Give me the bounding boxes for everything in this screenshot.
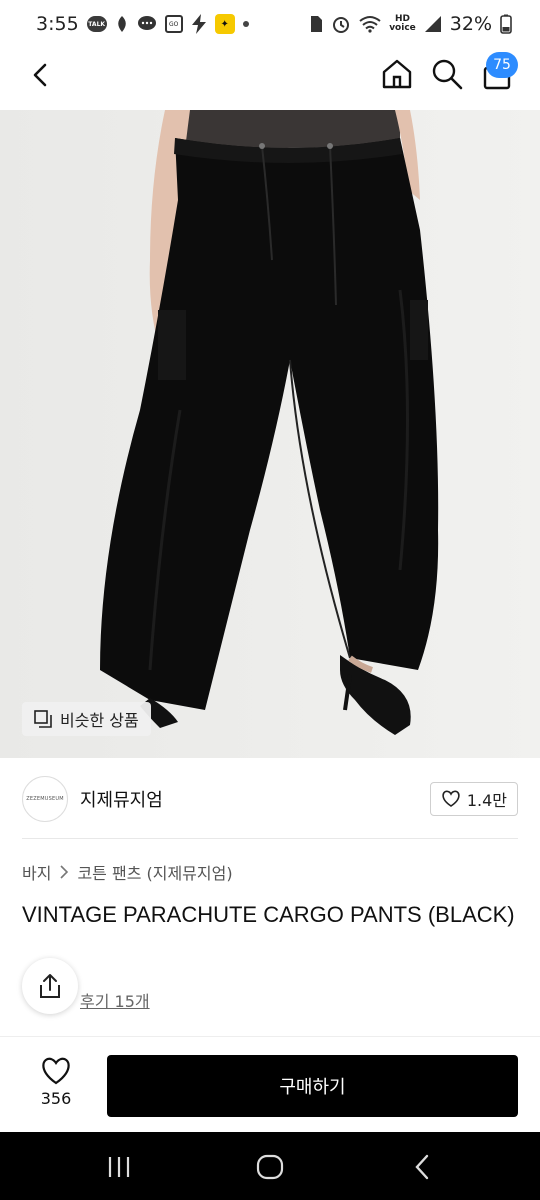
battery-icon — [500, 14, 512, 34]
system-navigation-bar — [0, 1132, 540, 1200]
product-title: VINTAGE PARACHUTE CARGO PANTS (BLACK) — [22, 902, 515, 927]
chevron-right-icon — [60, 865, 69, 879]
similar-items-icon — [34, 710, 52, 728]
heart-icon — [42, 1057, 70, 1085]
dot-icon — [242, 21, 249, 27]
battery-percent: 32% — [449, 13, 492, 35]
brand-logo-text: ZEZEMUSEUM — [26, 796, 64, 802]
notification-icon — [115, 15, 129, 33]
status-time: 3:55 — [36, 13, 79, 35]
wishlist-button[interactable]: 356 — [24, 1057, 88, 1117]
sd-icon: GO — [164, 15, 183, 33]
buy-button[interactable]: 구매하기 — [107, 1055, 518, 1117]
system-home-button[interactable] — [254, 1152, 286, 1182]
similar-products-label: 비슷한 상품 — [60, 711, 139, 730]
search-button[interactable] — [430, 57, 464, 91]
hd-voice-label: HD voice — [389, 14, 416, 33]
brand-like-count: 1.4만 — [466, 791, 507, 810]
home-button[interactable] — [380, 57, 414, 91]
home-circle-icon — [256, 1154, 284, 1180]
cargo-pants-photo — [0, 110, 540, 758]
recent-apps-button[interactable] — [104, 1154, 134, 1180]
brand-name[interactable]: 지제뮤지엄 — [80, 786, 163, 812]
brand-row: ZEZEMUSEUM 지제뮤지엄 1.4만 — [22, 772, 518, 826]
talk-icon: TALK — [86, 16, 107, 32]
signal-icon — [424, 15, 442, 33]
wifi-icon — [359, 15, 381, 33]
cart-count-badge: 75 — [486, 52, 518, 78]
bolt-icon — [191, 14, 207, 34]
bottom-action-bar: 356 구매하기 — [0, 1036, 540, 1132]
alarm-icon — [331, 14, 351, 34]
yellow-app-icon: ✦ — [214, 14, 235, 34]
status-bar: 3:55 TALK GO ✦ HD voice 32% — [0, 0, 540, 48]
brand-like-button[interactable]: 1.4만 — [429, 782, 518, 816]
recent-apps-icon — [108, 1157, 130, 1177]
breadcrumb-item-subcategory[interactable]: 코튼 팬츠 (지제뮤지엄) — [77, 860, 232, 884]
share-button[interactable] — [22, 958, 78, 1014]
breadcrumb-item-category[interactable]: 바지 — [22, 860, 51, 884]
divider — [22, 838, 518, 839]
product-image[interactable] — [0, 110, 540, 758]
search-icon — [432, 59, 463, 90]
system-back-button[interactable] — [408, 1152, 438, 1182]
back-arrow-icon — [33, 63, 47, 87]
brand-logo[interactable]: ZEZEMUSEUM — [22, 776, 68, 822]
sim-icon — [309, 15, 323, 33]
similar-products-button[interactable]: 비슷한 상품 — [22, 702, 151, 736]
back-button[interactable] — [24, 58, 58, 92]
breadcrumb: 바지 코튼 팬츠 (지제뮤지엄) — [22, 860, 233, 884]
heart-icon — [442, 790, 460, 807]
back-chevron-icon — [415, 1154, 429, 1180]
top-nav — [0, 48, 540, 110]
share-icon — [40, 974, 60, 998]
home-icon — [382, 59, 412, 89]
review-link[interactable]: 후기 15개 — [80, 988, 150, 1012]
wishlist-count: 356 — [40, 1089, 72, 1108]
chat-icon — [137, 15, 157, 33]
